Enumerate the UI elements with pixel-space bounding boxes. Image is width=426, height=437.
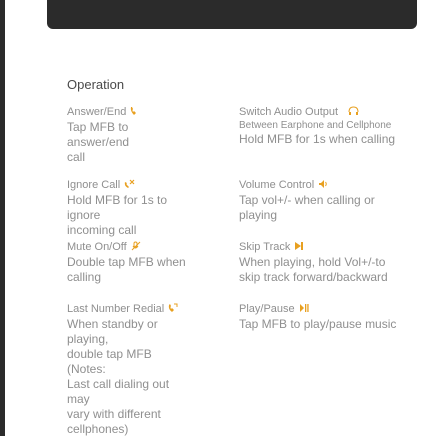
skip-track-icon [294,241,304,254]
top-frame-bar [47,0,417,29]
skip-track-title: Skip Track [239,241,291,253]
mute-icon [131,241,141,254]
mute-item: Mute On/Off Double tap MFB when calling [67,240,192,285]
play-pause-item: Play/Pause Tap MFB to play/pause music [239,302,426,332]
play-pause-title: Play/Pause [239,303,295,315]
last-number-redial-desc: When standby or playing, double tap MFB … [67,317,170,436]
page-title: Operation [67,77,125,92]
left-frame-bar [0,0,5,436]
last-number-redial-item: Last Number Redial When standby or playi… [67,302,192,437]
last-number-redial-title: Last Number Redial [67,303,165,315]
mute-desc: Double tap MFB when calling [67,255,186,284]
volume-control-item: Volume Control Tap vol+/- when calling o… [239,178,426,223]
ignore-call-title: Ignore Call [67,179,121,191]
ignore-call-icon [124,179,135,192]
skip-track-item: Skip Track When playing, hold Vol+/-to s… [239,240,426,285]
switch-audio-output-title: Switch Audio Output [239,106,339,118]
ignore-call-item: Ignore Call Hold MFB for 1s to ignore in… [67,178,192,238]
switch-audio-output-subdesc: Between Earphone and Cellphone [239,120,392,131]
volume-control-title: Volume Control [239,179,315,191]
ignore-call-desc: Hold MFB for 1s to ignore incoming call [67,193,168,237]
volume-control-desc: Tap vol+/- when calling or playing [239,193,375,222]
phone-answer-icon [130,106,139,119]
switch-audio-output-item: Switch Audio Output Between Earphone and… [239,105,426,147]
answer-end-title: Answer/End [67,106,127,118]
skip-track-desc: When playing, hold Vol+/-to skip track f… [239,255,388,284]
play-pause-desc: Tap MFB to play/pause music [239,317,397,331]
audio-switch-icon [348,106,359,119]
play-pause-icon [299,303,309,316]
answer-end-item: Answer/End Tap MFB to answer/end call [67,105,192,165]
redial-icon [168,303,178,316]
answer-end-desc: Tap MFB to answer/end call [67,120,130,164]
switch-audio-output-desc: Hold MFB for 1s when calling [239,132,396,146]
volume-icon [318,179,328,192]
mute-title: Mute On/Off [67,241,127,253]
